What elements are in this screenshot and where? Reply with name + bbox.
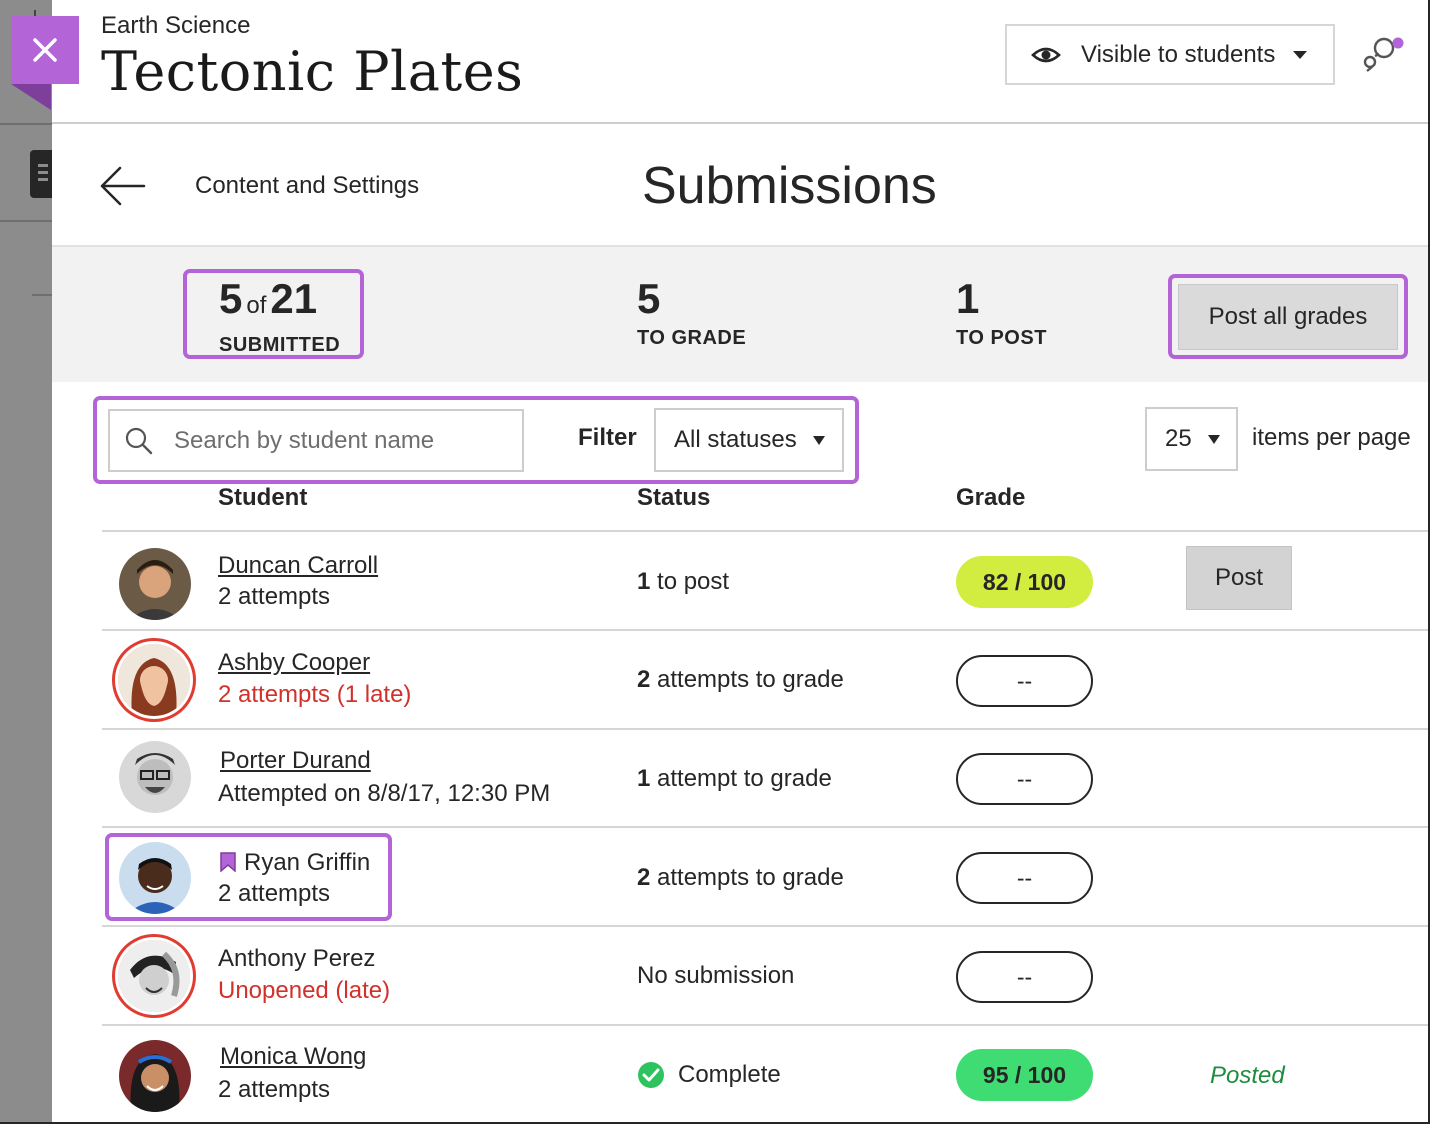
stat-to-post: 1 TO POST <box>956 277 1047 350</box>
post-button[interactable]: Post <box>1186 546 1292 610</box>
status-text: 2 attempts to grade <box>637 666 844 694</box>
status-detail: attempts to grade <box>650 864 844 891</box>
column-header-student[interactable]: Student <box>218 484 307 512</box>
eye-icon <box>1031 47 1061 62</box>
status-detail: to post <box>650 568 730 595</box>
student-name: Anthony Perez <box>218 945 376 972</box>
status-text: 2 attempts to grade <box>637 864 844 892</box>
student-attempts: 2 attempts <box>218 1076 331 1103</box>
avatar <box>118 644 190 716</box>
course-name: Earth Science <box>101 12 251 39</box>
avatar <box>118 940 190 1012</box>
submissions-heading: Submissions <box>642 157 937 215</box>
chevron-down-icon <box>1207 434 1220 444</box>
status-text: Complete <box>678 1061 781 1088</box>
page-title: Tectonic Plates <box>101 40 524 103</box>
student-attempt-date: Attempted on 8/8/17, 12:30 PM <box>218 780 551 807</box>
grade-pill[interactable]: -- <box>956 753 1093 805</box>
status-count: 2 <box>637 666 651 693</box>
grade-pill[interactable]: 82 / 100 <box>956 556 1093 608</box>
status-text: 1 to post <box>637 568 729 596</box>
highlight-callout <box>105 833 392 921</box>
avatar <box>119 548 191 620</box>
grade-pill[interactable]: -- <box>956 951 1093 1003</box>
student-name-link[interactable]: Porter Durand <box>220 747 371 775</box>
student-attempts-late: 2 attempts (1 late) <box>218 681 412 708</box>
student-unopened-late: Unopened (late) <box>218 977 391 1004</box>
visibility-label: Visible to students <box>1081 40 1276 68</box>
back-to-content-link[interactable]: Content and Settings <box>195 172 419 200</box>
status-count: 2 <box>637 864 651 891</box>
sidebar-divider <box>32 294 52 296</box>
to-post-label: TO POST <box>956 327 1047 349</box>
highlight-callout <box>183 269 364 359</box>
per-page-label: items per page <box>1252 424 1411 451</box>
highlight-callout <box>1168 274 1408 359</box>
row-divider <box>102 1024 1428 1026</box>
to-grade-label: TO GRADE <box>637 327 747 349</box>
menu-icon[interactable] <box>30 150 52 198</box>
to-post-count: 1 <box>956 275 980 322</box>
visibility-dropdown[interactable]: Visible to students <box>1005 24 1335 85</box>
grade-pill[interactable]: 95 / 100 <box>956 1049 1093 1101</box>
avatar <box>119 741 191 813</box>
grade-pill[interactable]: -- <box>956 655 1093 707</box>
highlight-callout <box>93 396 859 484</box>
stat-to-grade: 5 TO GRADE <box>637 277 746 350</box>
posted-label: Posted <box>1210 1062 1285 1089</box>
to-grade-count: 5 <box>637 275 661 322</box>
student-attempts: 2 attempts <box>218 583 331 610</box>
per-page-value: 25 <box>1165 425 1192 452</box>
row-divider <box>102 728 1428 730</box>
row-divider <box>102 530 1428 532</box>
sidebar-divider <box>0 123 52 125</box>
activity-stream-icon[interactable] <box>1362 34 1408 76</box>
items-per-page-select[interactable]: 25 <box>1145 407 1238 471</box>
status-detail: attempt to grade <box>650 765 832 792</box>
course-sidebar-overlay <box>0 0 52 1124</box>
status-count: 1 <box>637 568 651 595</box>
close-button-tab <box>11 84 51 110</box>
panel-header: Earth Science Tectonic Plates Visible to… <box>52 0 1428 124</box>
status-count: 1 <box>637 765 651 792</box>
close-button[interactable] <box>11 16 79 84</box>
row-divider <box>102 629 1428 631</box>
student-name-link[interactable]: Monica Wong <box>220 1043 366 1071</box>
row-divider <box>102 925 1428 927</box>
row-divider <box>102 826 1428 828</box>
status-detail: attempts to grade <box>650 666 844 693</box>
avatar <box>119 1040 191 1112</box>
student-name-link[interactable]: Duncan Carroll <box>218 552 378 580</box>
close-icon <box>33 38 57 62</box>
student-name-link[interactable]: Ashby Cooper <box>218 649 370 677</box>
chevron-down-icon <box>1293 50 1308 59</box>
check-circle-icon <box>638 1062 664 1088</box>
sidebar-divider <box>0 220 52 222</box>
status-text: 1 attempt to grade <box>637 765 832 793</box>
grade-pill[interactable]: -- <box>956 852 1093 904</box>
status-text: No submission <box>637 962 795 989</box>
back-arrow-icon[interactable] <box>98 164 148 208</box>
column-header-grade[interactable]: Grade <box>956 484 1025 512</box>
column-header-status[interactable]: Status <box>637 484 710 512</box>
